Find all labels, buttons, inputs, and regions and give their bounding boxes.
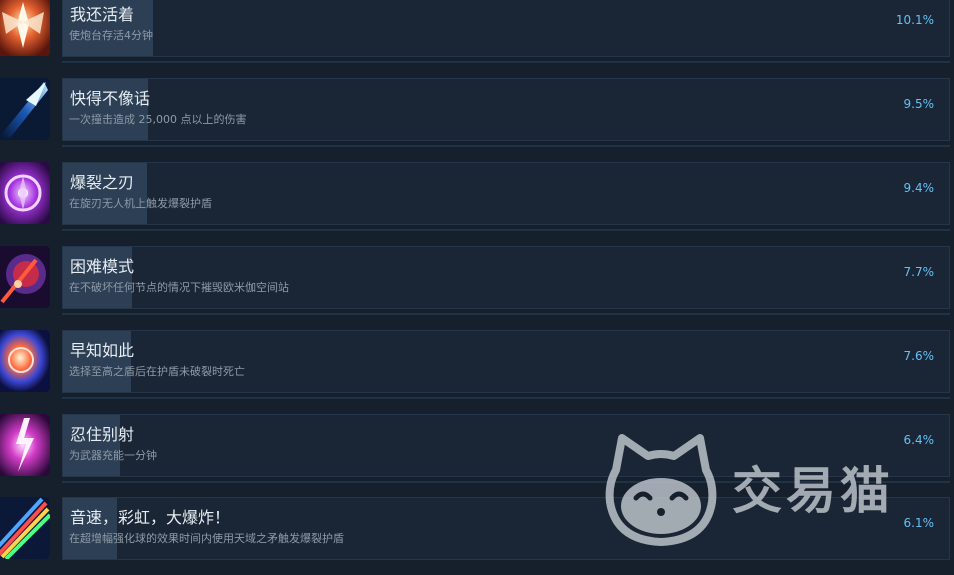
achievement-card: 早知如此 选择至高之盾后在护盾未破裂时死亡 7.6% [62, 330, 950, 393]
achievement-title: 忍住别射 [70, 425, 135, 444]
achievement-title: 困难模式 [70, 257, 135, 276]
achievement-title: 音速，彩虹，大爆炸！ [70, 508, 231, 527]
unlock-percentage: 9.4% [903, 181, 935, 195]
achievement-description: 在不破坏任何节点的情况下摧毁欧米伽空间站 [69, 281, 289, 294]
blue-comet-icon [0, 78, 50, 140]
purple-blade-disc-icon [0, 162, 50, 224]
achievement-row[interactable]: 快得不像话 一次撞击造成 25,000 点以上的伤害 9.5% [0, 78, 954, 156]
row-divider [62, 313, 950, 315]
achievement-card: 快得不像话 一次撞击造成 25,000 点以上的伤害 9.5% [62, 78, 950, 141]
unlock-percentage: 7.6% [903, 349, 935, 363]
crimson-orb-icon [0, 246, 50, 308]
cat-face-logo-icon [602, 432, 720, 550]
row-divider [62, 397, 950, 399]
achievement-row[interactable]: 困难模式 在不破坏任何节点的情况下摧毁欧米伽空间站 7.7% [0, 246, 954, 324]
achievement-card: 困难模式 在不破坏任何节点的情况下摧毁欧米伽空间站 7.7% [62, 246, 950, 309]
unlock-percentage: 9.5% [903, 97, 935, 111]
unlock-percentage: 10.1% [895, 13, 934, 27]
achievement-title: 爆裂之刃 [70, 173, 135, 192]
achievement-description: 选择至高之盾后在护盾未破裂时死亡 [69, 365, 245, 378]
achievement-description: 一次撞击造成 25,000 点以上的伤害 [69, 113, 247, 126]
achievement-card: 我还活着 使炮台存活4分钟 10.1% [62, 0, 950, 57]
achievement-title: 快得不像话 [70, 89, 151, 108]
unlock-percentage: 7.7% [903, 265, 935, 279]
achievement-card: 爆裂之刃 在旋刃无人机上触发爆裂护盾 9.4% [62, 162, 950, 225]
rainbow-streak-icon [0, 497, 50, 559]
watermark: 交易猫 [602, 432, 942, 550]
achievement-title: 我还活着 [70, 5, 135, 24]
glowing-sphere-icon [0, 330, 50, 392]
achievement-description: 使炮台存活4分钟 [69, 29, 153, 42]
achievement-description: 为武器充能一分钟 [69, 449, 157, 462]
achievement-row[interactable]: 早知如此 选择至高之盾后在护盾未破裂时死亡 7.6% [0, 330, 954, 408]
row-divider [62, 145, 950, 147]
row-divider [62, 229, 950, 231]
pink-lightning-icon [0, 414, 50, 476]
achievement-row[interactable]: 爆裂之刃 在旋刃无人机上触发爆裂护盾 9.4% [0, 162, 954, 240]
watermark-text: 交易猫 [732, 462, 894, 520]
achievement-description: 在超增幅强化球的效果时间内使用天域之矛触发爆裂护盾 [69, 532, 344, 545]
row-divider [62, 61, 950, 63]
achievement-description: 在旋刃无人机上触发爆裂护盾 [69, 197, 212, 210]
winged-emblem-icon [0, 0, 50, 56]
achievement-row[interactable]: 我还活着 使炮台存活4分钟 10.1% [0, 0, 954, 72]
achievement-title: 早知如此 [70, 341, 135, 360]
